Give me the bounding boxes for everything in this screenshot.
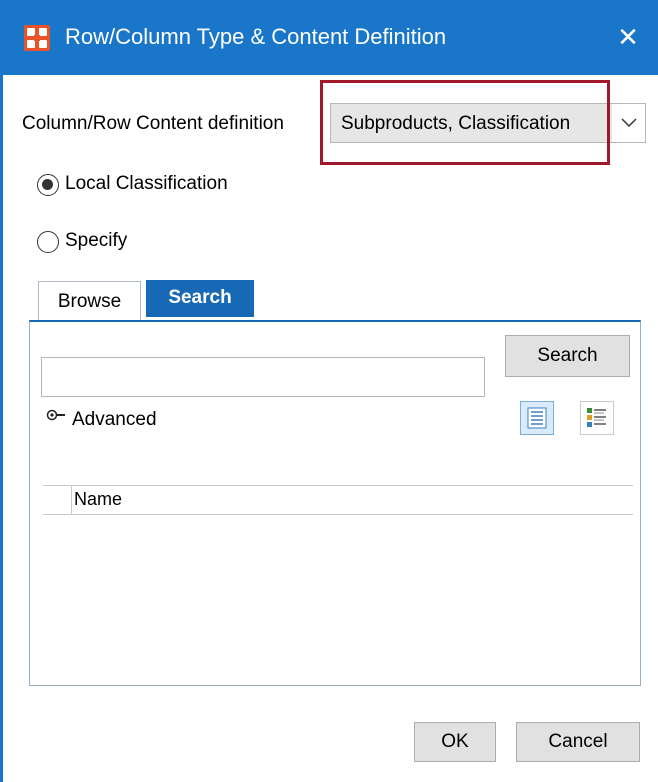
- window-title: Row/Column Type & Content Definition: [65, 24, 447, 49]
- search-input[interactable]: [41, 357, 485, 397]
- specify-radio[interactable]: [37, 231, 59, 253]
- column-header-name[interactable]: Name: [74, 489, 122, 510]
- advanced-link[interactable]: Advanced: [72, 409, 157, 431]
- app-icon: [24, 25, 50, 51]
- specify-label: Specify: [65, 230, 128, 251]
- local-classification-radio[interactable]: [37, 174, 59, 196]
- cancel-button[interactable]: Cancel: [516, 722, 640, 762]
- title-bar: Row/Column Type & Content Definition ✕: [0, 0, 658, 75]
- column-separator: [71, 486, 72, 514]
- details-view-icon[interactable]: [580, 401, 614, 435]
- local-classification-label: Local Classification: [65, 173, 228, 194]
- search-button[interactable]: Search: [505, 335, 630, 377]
- key-icon[interactable]: [46, 409, 66, 425]
- tab-search[interactable]: Search: [146, 280, 254, 317]
- chevron-down-icon[interactable]: [612, 103, 646, 143]
- ok-button[interactable]: OK: [414, 722, 496, 762]
- tab-browse[interactable]: Browse: [38, 281, 141, 321]
- content-definition-label: Column/Row Content definition: [22, 113, 284, 134]
- results-table-header: Name: [43, 485, 633, 515]
- list-view-icon[interactable]: [520, 401, 554, 435]
- window-border: [0, 75, 3, 782]
- highlight-box: [320, 80, 610, 165]
- close-icon[interactable]: ✕: [598, 0, 658, 75]
